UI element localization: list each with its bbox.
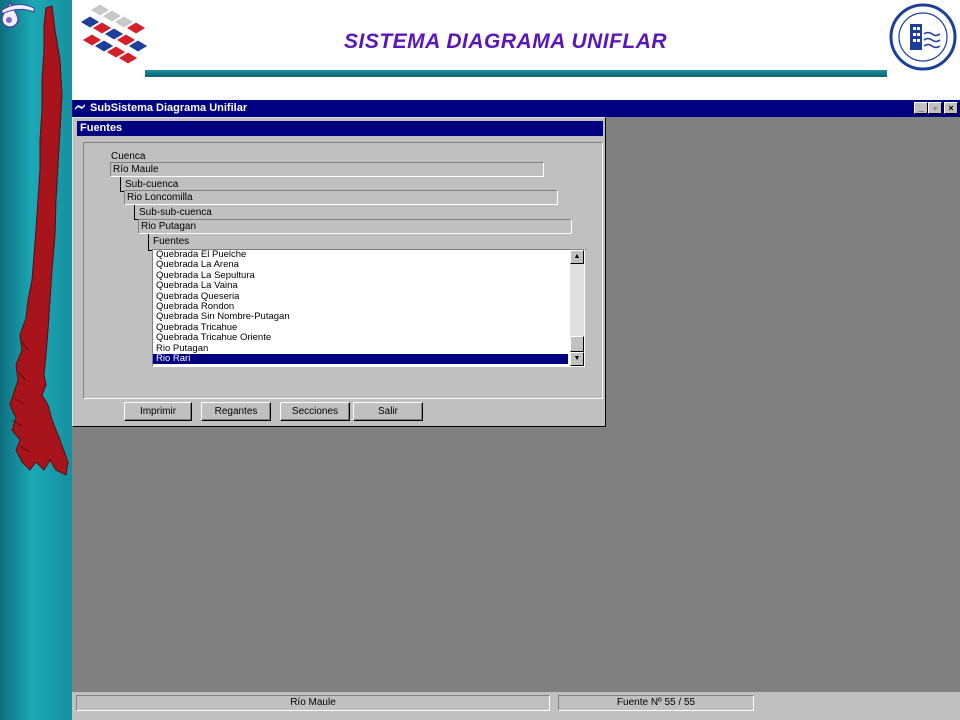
slide-title: Sistema Diagrama Uniflar (344, 30, 668, 53)
restore-button[interactable]: ▫ (928, 102, 942, 114)
subsubcuenca-field[interactable]: Rio Putagan (138, 219, 572, 234)
status-fuente: Fuente Nº 55 / 55 (558, 695, 754, 711)
tree-connector (148, 234, 149, 250)
tree-connector (134, 205, 135, 219)
imprimir-button[interactable]: Imprimir (124, 402, 192, 421)
secciones-button[interactable]: Secciones (280, 402, 350, 421)
regantes-button[interactable]: Regantes (201, 402, 271, 421)
left-decorative-band (0, 0, 72, 720)
scroll-down-icon[interactable]: ▼ (570, 352, 584, 366)
app-window: SubSistema Diagrama Unifilar _ ▫ × Fuent… (72, 100, 960, 720)
app-titlebar: SubSistema Diagrama Unifilar _ ▫ × (72, 100, 960, 117)
header-rule (145, 70, 887, 77)
listbox-scrollbar[interactable]: ▲ ▼ (570, 250, 584, 366)
government-logo-icon (80, 3, 149, 65)
status-bar: Río Maule Fuente Nº 55 / 55 (72, 692, 960, 720)
selection-panel: Cuenca Río Maule Sub-cuenca Rio Loncomil… (83, 142, 603, 399)
list-item[interactable]: Quebrada La Vaina (153, 280, 568, 291)
cuenca-field[interactable]: Río Maule (110, 162, 544, 177)
salir-button[interactable]: Salir (353, 402, 423, 421)
cuenca-label: Cuenca (111, 151, 146, 162)
subsubcuenca-label: Sub-sub-cuenca (139, 207, 212, 218)
fuentes-dialog: Fuentes Cuenca Río Maule Sub-cuenca Rio … (72, 117, 606, 427)
fuentes-listbox[interactable]: Quebrada El Puelche Quebrada La Arena Queb… (152, 249, 585, 367)
fuentes-label: Fuentes (153, 236, 190, 247)
scroll-thumb[interactable] (570, 336, 584, 352)
status-cuenca: Río Maule (76, 695, 550, 711)
tree-connector (120, 177, 121, 191)
list-item[interactable]: Rio Rari (153, 353, 568, 365)
close-button[interactable]: × (944, 102, 958, 114)
swoosh-icon (1, 4, 35, 15)
subcuenca-label: Sub-cuenca (125, 179, 179, 190)
dialog-title: Fuentes (77, 121, 603, 136)
chile-map-icon (9, 5, 69, 476)
scroll-up-icon[interactable]: ▲ (570, 250, 584, 264)
list-item[interactable]: Rio Putagan (153, 343, 568, 354)
app-icon[interactable] (74, 102, 86, 114)
dga-seal-icon (889, 3, 957, 71)
fuentes-list: Quebrada El Puelche Quebrada La Arena Queb… (153, 250, 568, 365)
subcuenca-field[interactable]: Rio Loncomilla (124, 190, 558, 205)
list-item[interactable]: Quebrada Tricahue Oriente (153, 332, 568, 343)
app-title: SubSistema Diagrama Unifilar (90, 102, 248, 114)
minimize-button[interactable]: _ (914, 102, 928, 114)
